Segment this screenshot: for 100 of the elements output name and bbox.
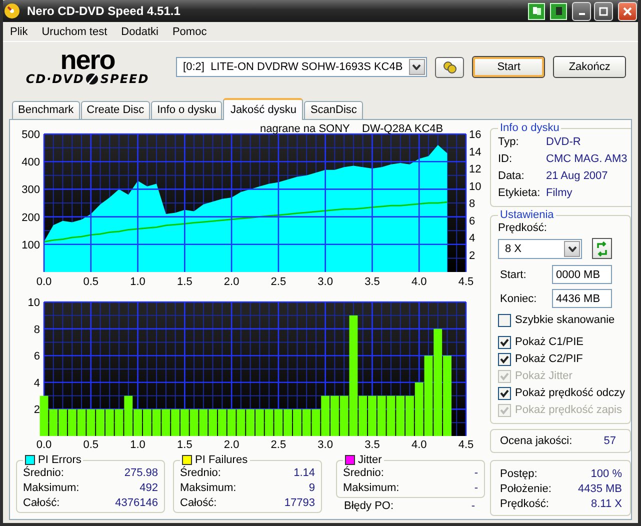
maximize-icon [599,6,608,16]
refresh-drives-button[interactable] [434,56,464,78]
stat-label: Średnio: [23,466,64,481]
refresh-icon [595,240,609,256]
failure-bar [58,409,67,436]
stat-value: 9 [308,481,315,496]
speed-dropdown[interactable]: 8 X [498,238,582,258]
checkbox-label: Pokaż C1/PIE [515,335,584,350]
tick-label: 6 [34,350,40,363]
tick-label: 1.5 [177,276,192,288]
checkbox[interactable] [498,314,511,327]
menu-item[interactable]: Plik [10,26,28,38]
tick-label: 4 [469,232,476,244]
checkbox-label: Pokaż Jitter [515,369,572,384]
tick-label: 10 [28,297,40,309]
group-title: Info o dysku [499,122,560,134]
menu-item[interactable]: Uruchom test [42,26,108,38]
window-icon-button[interactable] [550,2,567,20]
failure-bar [274,409,283,436]
stat-label: Średnio: [180,466,221,481]
logo-wordmark: nero [60,48,115,72]
stat-value: 4376146 [115,496,158,511]
progress-label: Prędkość: [500,497,549,512]
checkbox[interactable] [498,387,511,400]
tick-label: 12 [469,164,482,176]
tick-label: 2 [34,404,40,416]
action-button[interactable]: Zakończ [553,56,626,78]
minimize-icon [578,13,584,15]
quality-value: 57 [604,435,616,447]
group-title: Ustawienia [499,209,555,221]
failure-bar [246,409,255,436]
tick-label: 0.5 [83,439,99,451]
tab[interactable]: Benchmark [12,101,80,119]
stat-value: 275.98 [124,466,158,481]
failure-bar [162,409,170,436]
stat-value: 17793 [284,496,315,511]
tick-label: 3.5 [364,439,380,451]
tab[interactable]: Info o dysku [151,101,222,119]
tick-label: 100 [22,239,40,252]
tick-label: 0.0 [36,276,52,288]
progress-value: 100 % [590,467,622,482]
stat-label: Maksimum: [343,481,400,496]
info-label: Etykieta: [498,186,542,201]
stat-value: - [471,499,475,514]
pages-icon [532,6,542,16]
tick-label: 14 [469,146,482,158]
page-icon [554,6,564,16]
refresh-button[interactable] [592,238,612,259]
tick-label: 2 [469,250,476,262]
tab[interactable]: Jakość dysku [223,98,304,120]
tick-label: 16 [469,129,482,141]
tick-label: 0.0 [36,439,52,451]
close-button[interactable] [618,2,637,20]
minimize-button[interactable] [572,2,591,20]
failure-bar [171,409,180,436]
end-field[interactable]: 4436 MB [552,289,612,308]
stat-label: Całość: [180,496,217,511]
menu-item[interactable]: Pomoc [172,26,207,38]
maximize-button[interactable] [594,2,613,20]
stat-value: 492 [140,481,158,496]
group-title: Jitter [358,454,382,466]
window-icon-button[interactable] [528,2,545,20]
menu-item[interactable]: Dodatki [121,26,158,38]
start-field[interactable]: 0000 MB [552,265,612,284]
quality-label: Ocena jakości: [500,435,572,447]
stat-value: - [474,481,478,496]
failure-bar [208,409,218,436]
tick-label: 400 [22,156,40,169]
group-title: PI Errors [38,454,82,466]
tick-label: 1.5 [177,439,192,451]
checkbox[interactable] [498,336,511,349]
disc-icon [85,73,100,85]
progress-label: Postęp: [500,467,538,482]
tick-label: 1.0 [130,276,146,288]
failure-bar [86,409,96,436]
tick-label: 2.5 [270,439,286,451]
tab[interactable]: ScanDisc [304,101,363,119]
action-button[interactable]: Start [472,56,546,78]
stat-label: Całość: [23,496,60,511]
tick-label: 8 [469,198,476,210]
info-label: Data: [498,169,526,184]
tick-label: 1.0 [130,439,146,451]
discs-icon [442,59,458,75]
tick-label: 4.5 [458,276,474,288]
progress-label: Położenie: [500,482,552,497]
info-value: DVD-R [546,135,581,150]
checkbox[interactable] [498,353,511,366]
tab[interactable]: Create Disc [80,101,150,119]
tick-label: 200 [22,212,40,224]
checkbox-label: Pokaż C2/PIF [515,352,583,367]
stat-label: Maksimum: [23,481,80,496]
drive-label: DW-Q28A KC4B [362,123,444,135]
tick-label: 10 [469,180,482,193]
info-value: 21 Aug 2007 [546,169,608,184]
stat-label: Maksimum: [180,481,236,496]
failure-bar [368,396,376,436]
close-icon [623,6,632,16]
failure-bar [406,396,414,436]
drive-dropdown[interactable]: [0:2] LITE-ON DVDRW SOHW-1693S KC4B [176,57,427,77]
field-label: Prędkość: [498,221,548,236]
